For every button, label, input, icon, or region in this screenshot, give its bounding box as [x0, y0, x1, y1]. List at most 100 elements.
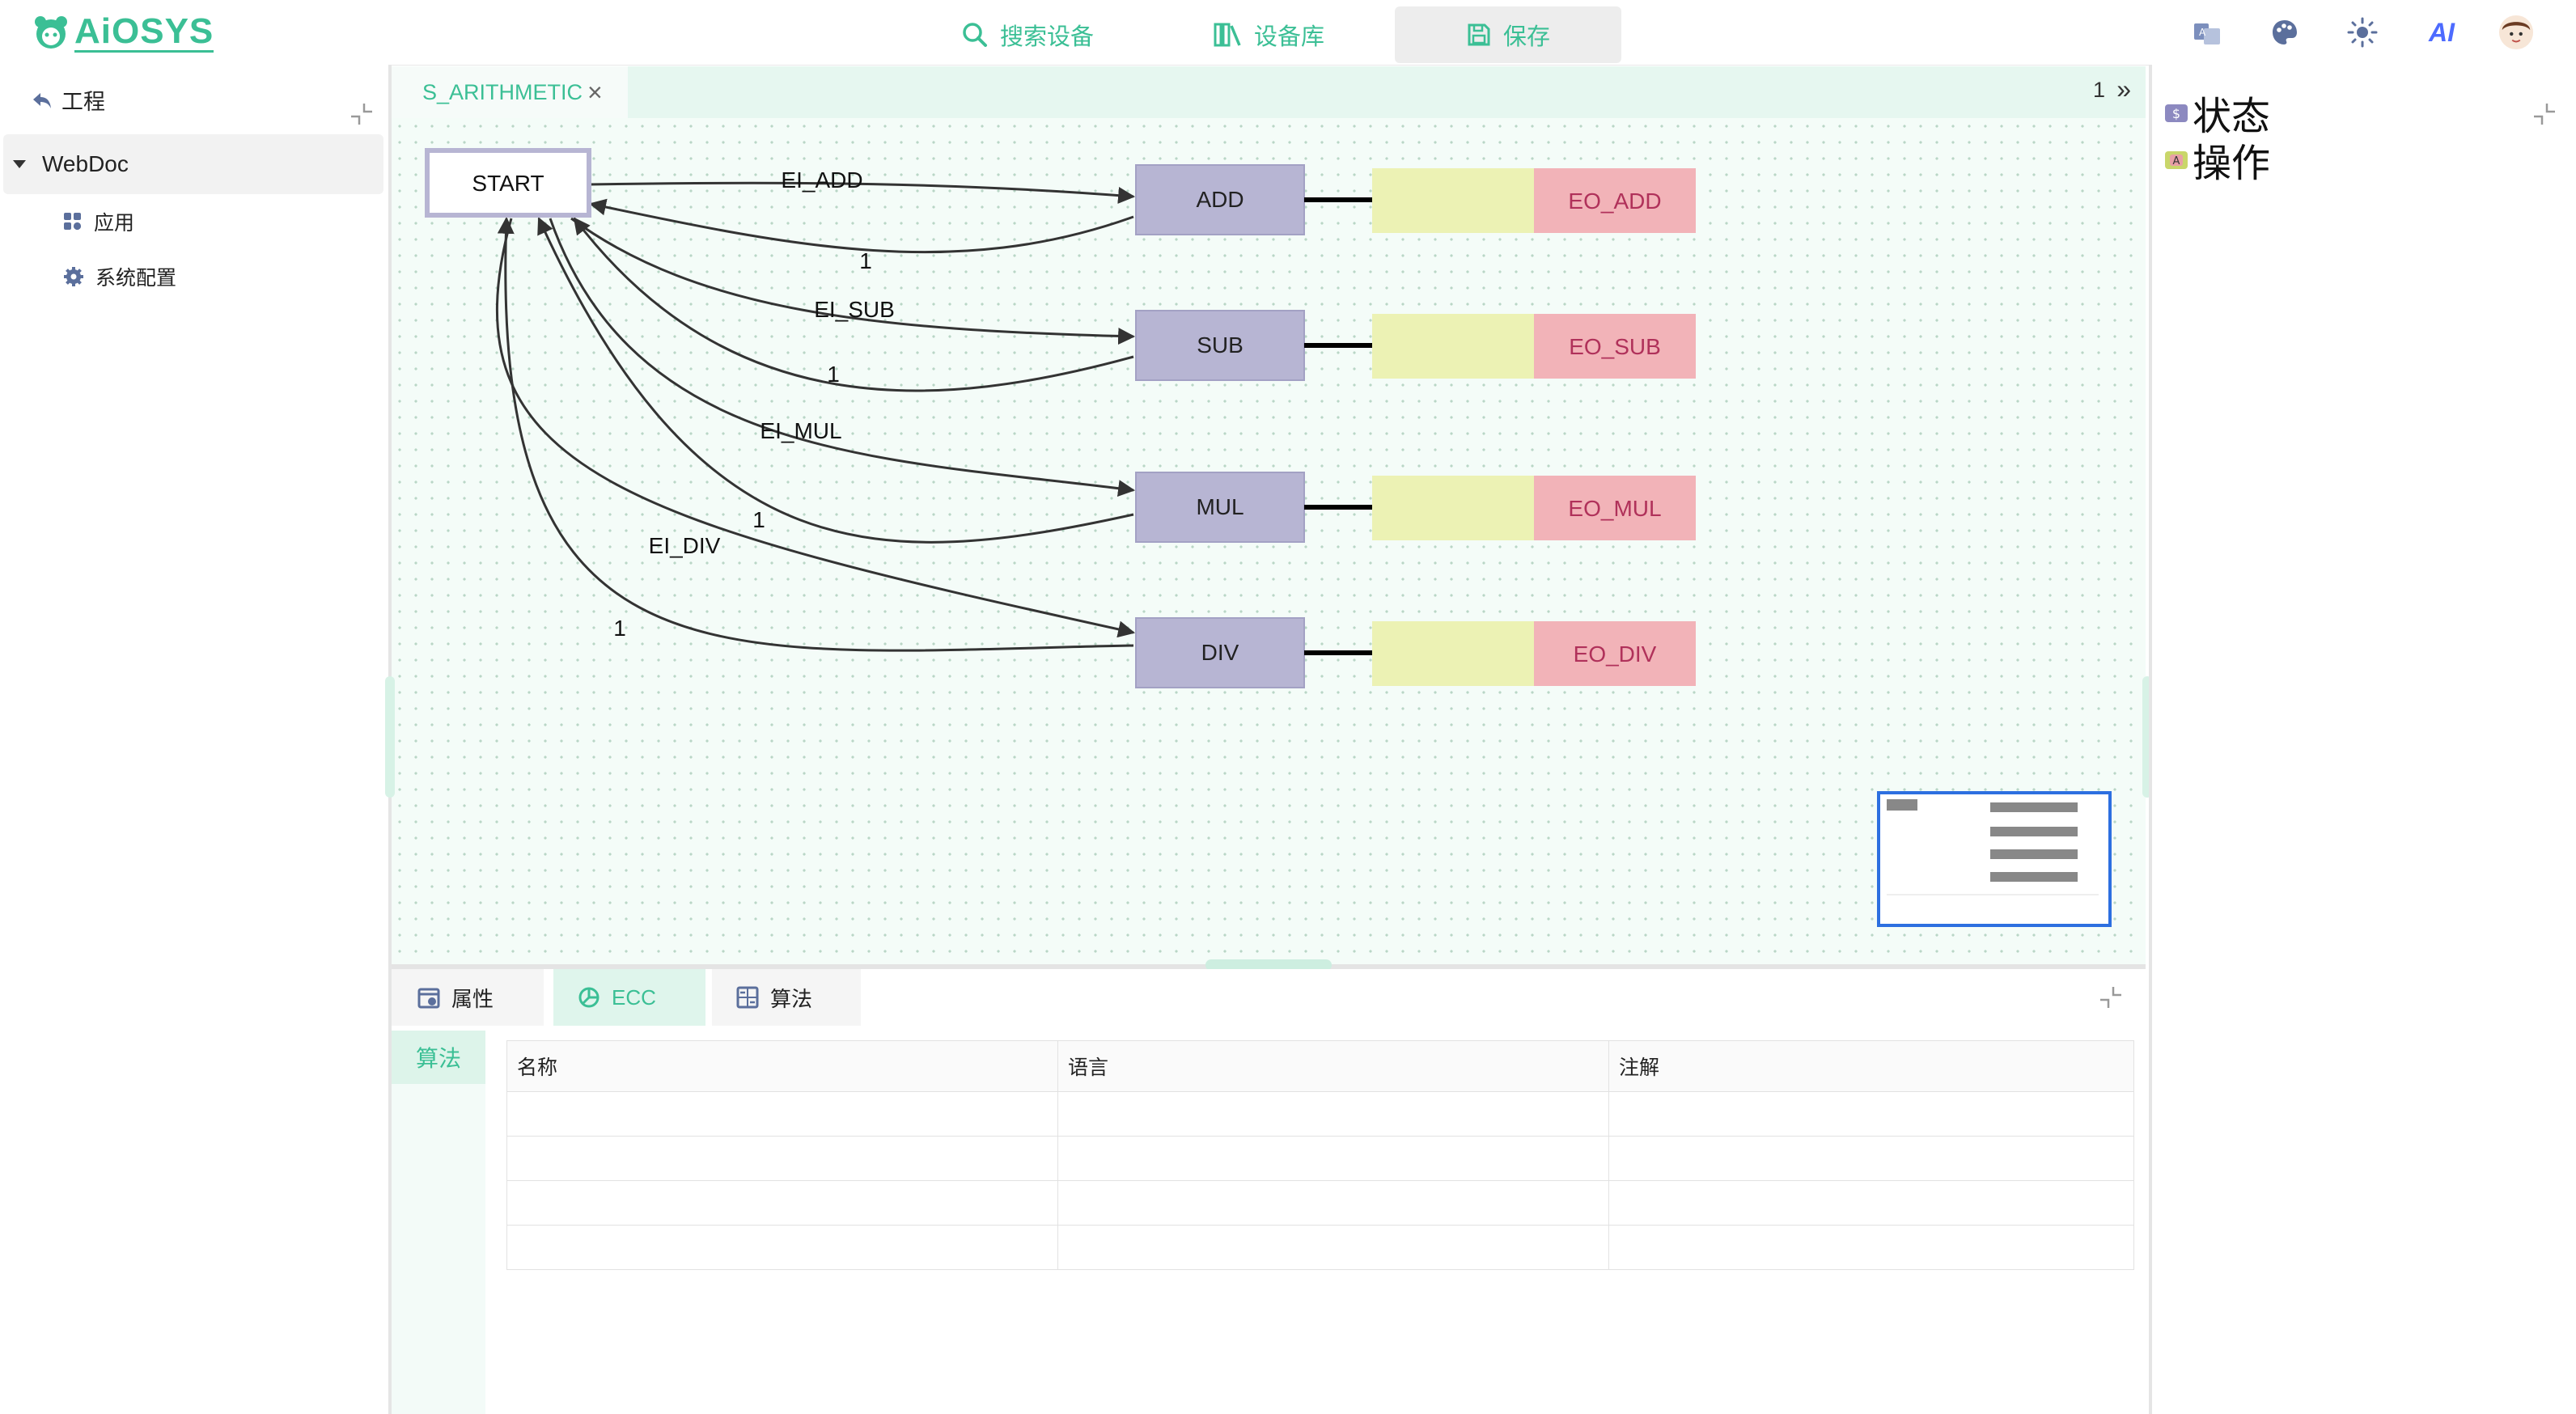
algorithm-slot-sub[interactable] — [1372, 314, 1534, 379]
collapse-corner-icon — [2534, 104, 2555, 125]
bottom-panel: 属性 ECC 算法 算法 名称 语言 注解 — [392, 969, 2146, 1414]
user-avatar[interactable] — [2498, 15, 2534, 50]
label-ei-div: EI_DIV — [649, 533, 721, 558]
state-sub-label: SUB — [1197, 332, 1244, 358]
calendar-icon — [417, 988, 440, 1009]
svg-text:$: $ — [2172, 106, 2180, 121]
apps-grid-icon — [64, 213, 82, 231]
column-header-comment[interactable]: 注解 — [1608, 1040, 2134, 1092]
tab-ecc-label: ECC — [612, 984, 656, 1010]
table-cell[interactable] — [1608, 1225, 2134, 1270]
expand-bottom-panel-button[interactable] — [2099, 985, 2123, 1010]
tree-item-system-config-label: 系统配置 — [95, 267, 177, 290]
tree-root-label: WebDoc — [42, 151, 129, 176]
theme-palette-button[interactable] — [2267, 15, 2303, 50]
table-row[interactable] — [506, 1180, 2134, 1226]
back-label: 工程 — [61, 90, 105, 114]
search-device-label: 搜索设备 — [1000, 24, 1095, 50]
table-cell[interactable] — [1608, 1136, 2134, 1181]
ecc-canvas[interactable]: EI_ADD EI_SUB EI_MUL EI_DIV 1 1 1 1 STAR… — [392, 118, 2146, 964]
ecc-diagram: EI_ADD EI_SUB EI_MUL EI_DIV 1 1 1 1 STAR… — [425, 148, 2112, 927]
table-row[interactable] — [506, 1091, 2134, 1137]
logo-text: AiOSYS — [74, 11, 214, 53]
algorithm-slot-mul[interactable] — [1372, 476, 1534, 540]
table-cell[interactable] — [1608, 1091, 2134, 1137]
save-icon — [1468, 23, 1490, 46]
state-icon: $ — [2165, 104, 2188, 122]
table-cell[interactable] — [1057, 1091, 1609, 1137]
collapse-corner-icon — [351, 104, 372, 125]
project-sidebar: 工程 WebDoc 应用 系统配置 — [0, 65, 392, 1414]
label-back-div: 1 — [613, 616, 626, 641]
collapse-right-panel-button[interactable] — [2532, 102, 2557, 126]
algorithm-slot-div[interactable] — [1372, 621, 1534, 686]
state-mul-label: MUL — [1196, 494, 1244, 519]
translate-button[interactable]: A — [2189, 15, 2225, 50]
collapse-sidebar-button[interactable] — [350, 102, 374, 126]
light-mode-button[interactable] — [2345, 15, 2380, 50]
table-row[interactable] — [506, 1136, 2134, 1181]
ai-icon[interactable]: AI — [2424, 15, 2459, 50]
state-add-label: ADD — [1196, 187, 1244, 212]
minimap[interactable] — [1877, 791, 2112, 927]
left-resize-handle[interactable] — [385, 676, 395, 798]
back-arrow-icon — [33, 92, 51, 108]
tab-ecc[interactable]: ECC — [553, 969, 705, 1026]
editor-tab-bar: S_ARITHMETIC × 1 » — [392, 66, 2146, 118]
tree-item-system-config[interactable]: 系统配置 — [63, 262, 176, 291]
tree-item-apps-label: 应用 — [94, 212, 135, 235]
output-mul-label: EO_MUL — [1568, 496, 1661, 521]
tree-item-apps[interactable]: 应用 — [63, 207, 134, 236]
svg-text:A: A — [2173, 155, 2180, 167]
table-cell[interactable] — [506, 1136, 1058, 1181]
translate-icon: A — [2194, 23, 2220, 44]
table-cell[interactable] — [1057, 1136, 1609, 1181]
tab-properties[interactable]: 属性 — [392, 969, 544, 1026]
side-tab-algorithm[interactable]: 算法 — [392, 1031, 485, 1084]
tab-count: 1 — [2092, 78, 2105, 102]
tab-algorithm[interactable]: 算法 — [712, 969, 861, 1026]
more-tabs-icon[interactable]: » — [2116, 74, 2131, 104]
library-icon — [1214, 23, 1241, 47]
output-div-label: EO_DIV — [1574, 641, 1657, 667]
table-header-row: 名称 语言 注解 — [506, 1040, 2134, 1092]
column-header-name[interactable]: 名称 — [506, 1040, 1058, 1092]
tree-root-webdoc[interactable]: WebDoc — [3, 134, 383, 194]
app-logo[interactable]: AiOSYS — [32, 11, 214, 53]
table-cell[interactable] — [1057, 1180, 1609, 1226]
label-back-mul: 1 — [752, 507, 765, 532]
label-back-add: 1 — [859, 248, 872, 273]
back-to-project-button[interactable]: 工程 — [31, 84, 105, 116]
tab-s-arithmetic[interactable]: S_ARITHMETIC × — [392, 66, 628, 118]
output-add-label: EO_ADD — [1568, 188, 1661, 214]
tab-title: S_ARITHMETIC — [422, 79, 583, 104]
label-ei-mul: EI_MUL — [760, 418, 841, 443]
tab-properties-label: 属性 — [451, 986, 494, 1011]
avatar-icon — [2498, 15, 2534, 50]
algorithm-slot-add[interactable] — [1372, 168, 1534, 233]
state-start-label: START — [472, 171, 544, 196]
column-header-language[interactable]: 语言 — [1057, 1040, 1609, 1092]
palette-item-action[interactable]: A 操作 — [2163, 131, 2270, 188]
caret-down-icon[interactable] — [13, 160, 26, 168]
tab-algorithm-label: 算法 — [770, 986, 813, 1011]
close-tab-icon[interactable]: × — [587, 79, 603, 105]
gear-icon — [64, 267, 83, 286]
transition-back-add[interactable] — [588, 198, 1134, 254]
svg-text:A: A — [2199, 27, 2206, 38]
table-cell[interactable] — [1608, 1180, 2134, 1226]
table-cell[interactable] — [1057, 1225, 1609, 1270]
search-device-button[interactable]: 搜索设备 — [961, 6, 1107, 63]
sun-icon — [2347, 17, 2378, 48]
table-row[interactable] — [506, 1225, 2134, 1270]
save-button[interactable]: 保存 — [1395, 6, 1621, 63]
ecc-chart-icon — [578, 987, 600, 1008]
device-library-button[interactable]: 设备库 — [1214, 6, 1343, 63]
palette-icon — [2273, 20, 2297, 44]
table-cell[interactable] — [506, 1225, 1058, 1270]
algorithm-icon — [736, 986, 759, 1009]
table-cell[interactable] — [506, 1180, 1058, 1226]
table-cell[interactable] — [506, 1091, 1058, 1137]
action-icon: A — [2165, 151, 2188, 169]
collapse-corner-icon — [2100, 987, 2121, 1008]
